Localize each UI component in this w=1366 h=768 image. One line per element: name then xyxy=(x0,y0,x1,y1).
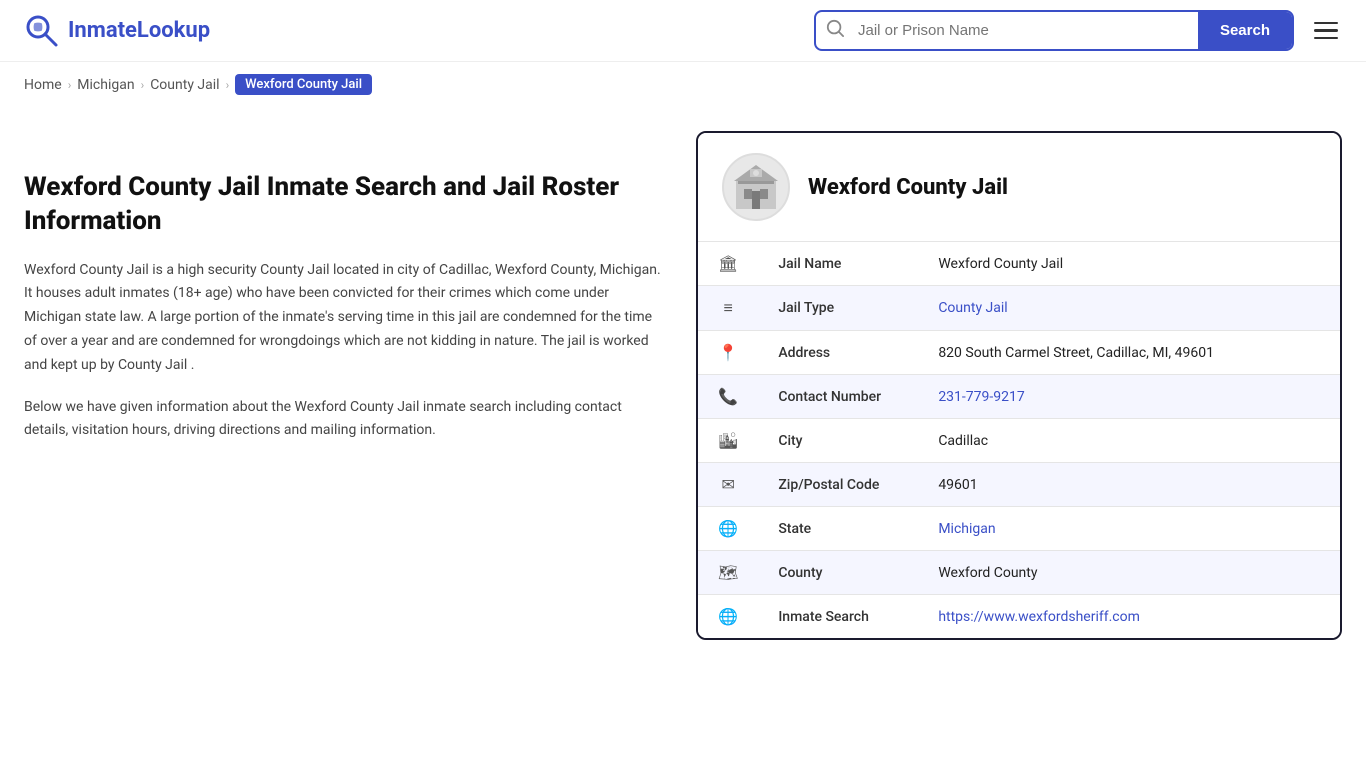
breadcrumb-sep-1: › xyxy=(68,78,72,92)
logo-icon xyxy=(24,13,60,49)
row-link[interactable]: 231-779-9217 xyxy=(938,389,1024,405)
row-icon: 🌐 xyxy=(698,507,758,551)
row-value[interactable]: 231-779-9217 xyxy=(918,375,1340,419)
row-label: Jail Name xyxy=(758,242,918,286)
table-row: ≡Jail Type County Jail xyxy=(698,286,1340,331)
search-button[interactable]: Search xyxy=(1198,12,1292,49)
row-value: Wexford County xyxy=(918,551,1340,595)
logo-text-plain: Inmate xyxy=(68,18,137,43)
header-right: Search xyxy=(814,10,1342,51)
row-value[interactable]: https://www.wexfordsheriff.com xyxy=(918,595,1340,639)
breadcrumb: Home › Michigan › County Jail › Wexford … xyxy=(0,62,1366,107)
table-row: ✉Zip/Postal Code49601 xyxy=(698,463,1340,507)
facility-avatar xyxy=(722,153,790,221)
logo-link[interactable]: InmateLookup xyxy=(24,13,210,49)
row-icon: 📍 xyxy=(698,331,758,375)
breadcrumb-home[interactable]: Home xyxy=(24,77,62,93)
breadcrumb-sep-2: › xyxy=(141,78,145,92)
table-row: 🏛Jail NameWexford County Jail xyxy=(698,242,1340,286)
info-card: Wexford County Jail 🏛Jail NameWexford Co… xyxy=(696,131,1342,640)
breadcrumb-sep-3: › xyxy=(226,78,230,92)
breadcrumb-state[interactable]: Michigan xyxy=(77,77,134,93)
left-column: Wexford County Jail Inmate Search and Ja… xyxy=(24,131,664,640)
row-icon: ≡ xyxy=(698,286,758,331)
row-icon: 🗺 xyxy=(698,551,758,595)
row-value: Cadillac xyxy=(918,419,1340,463)
card-header: Wexford County Jail xyxy=(698,133,1340,241)
search-bar: Search xyxy=(814,10,1294,51)
row-value: Wexford County Jail xyxy=(918,242,1340,286)
menu-button[interactable] xyxy=(1310,18,1342,44)
row-label: City xyxy=(758,419,918,463)
row-value: 820 South Carmel Street, Cadillac, MI, 4… xyxy=(918,331,1340,375)
search-bar-icon xyxy=(816,19,854,42)
facility-building-icon xyxy=(730,161,782,213)
row-link[interactable]: https://www.wexfordsheriff.com xyxy=(938,609,1140,625)
menu-bar-2 xyxy=(1314,29,1338,32)
info-table: 🏛Jail NameWexford County Jail≡Jail TypeC… xyxy=(698,241,1340,638)
table-row: 🌐Inmate Search https://www.wexfordsheriff… xyxy=(698,595,1340,639)
logo-text-accent: Lookup xyxy=(137,18,210,43)
row-label: State xyxy=(758,507,918,551)
menu-bar-1 xyxy=(1314,22,1338,25)
table-row: 🗺CountyWexford County xyxy=(698,551,1340,595)
breadcrumb-type[interactable]: County Jail xyxy=(150,77,219,93)
row-label: Jail Type xyxy=(758,286,918,331)
row-value[interactable]: County Jail xyxy=(918,286,1340,331)
main-content: Wexford County Jail Inmate Search and Ja… xyxy=(0,107,1366,664)
row-link[interactable]: County Jail xyxy=(938,300,1007,316)
row-label: Zip/Postal Code xyxy=(758,463,918,507)
table-row: 🌐State Michigan xyxy=(698,507,1340,551)
row-value: 49601 xyxy=(918,463,1340,507)
search-input[interactable] xyxy=(854,12,1198,49)
row-label: County xyxy=(758,551,918,595)
row-label: Contact Number xyxy=(758,375,918,419)
breadcrumb-active: Wexford County Jail xyxy=(235,74,372,95)
row-icon: ✉ xyxy=(698,463,758,507)
row-icon: 🏙 xyxy=(698,419,758,463)
header: InmateLookup Search xyxy=(0,0,1366,62)
menu-bar-3 xyxy=(1314,37,1338,40)
page-title: Wexford County Jail Inmate Search and Ja… xyxy=(24,171,664,239)
row-label: Inmate Search xyxy=(758,595,918,639)
table-row: 📍Address820 South Carmel Street, Cadilla… xyxy=(698,331,1340,375)
page-desc-1: Wexford County Jail is a high security C… xyxy=(24,259,664,378)
logo-text: InmateLookup xyxy=(68,18,210,43)
page-desc-2: Below we have given information about th… xyxy=(24,396,664,444)
facility-name: Wexford County Jail xyxy=(808,175,1008,200)
row-value[interactable]: Michigan xyxy=(918,507,1340,551)
row-label: Address xyxy=(758,331,918,375)
row-link[interactable]: Michigan xyxy=(938,521,995,537)
row-icon: 🏛 xyxy=(698,242,758,286)
table-row: 📞Contact Number 231-779-9217 xyxy=(698,375,1340,419)
row-icon: 🌐 xyxy=(698,595,758,639)
table-row: 🏙CityCadillac xyxy=(698,419,1340,463)
row-icon: 📞 xyxy=(698,375,758,419)
